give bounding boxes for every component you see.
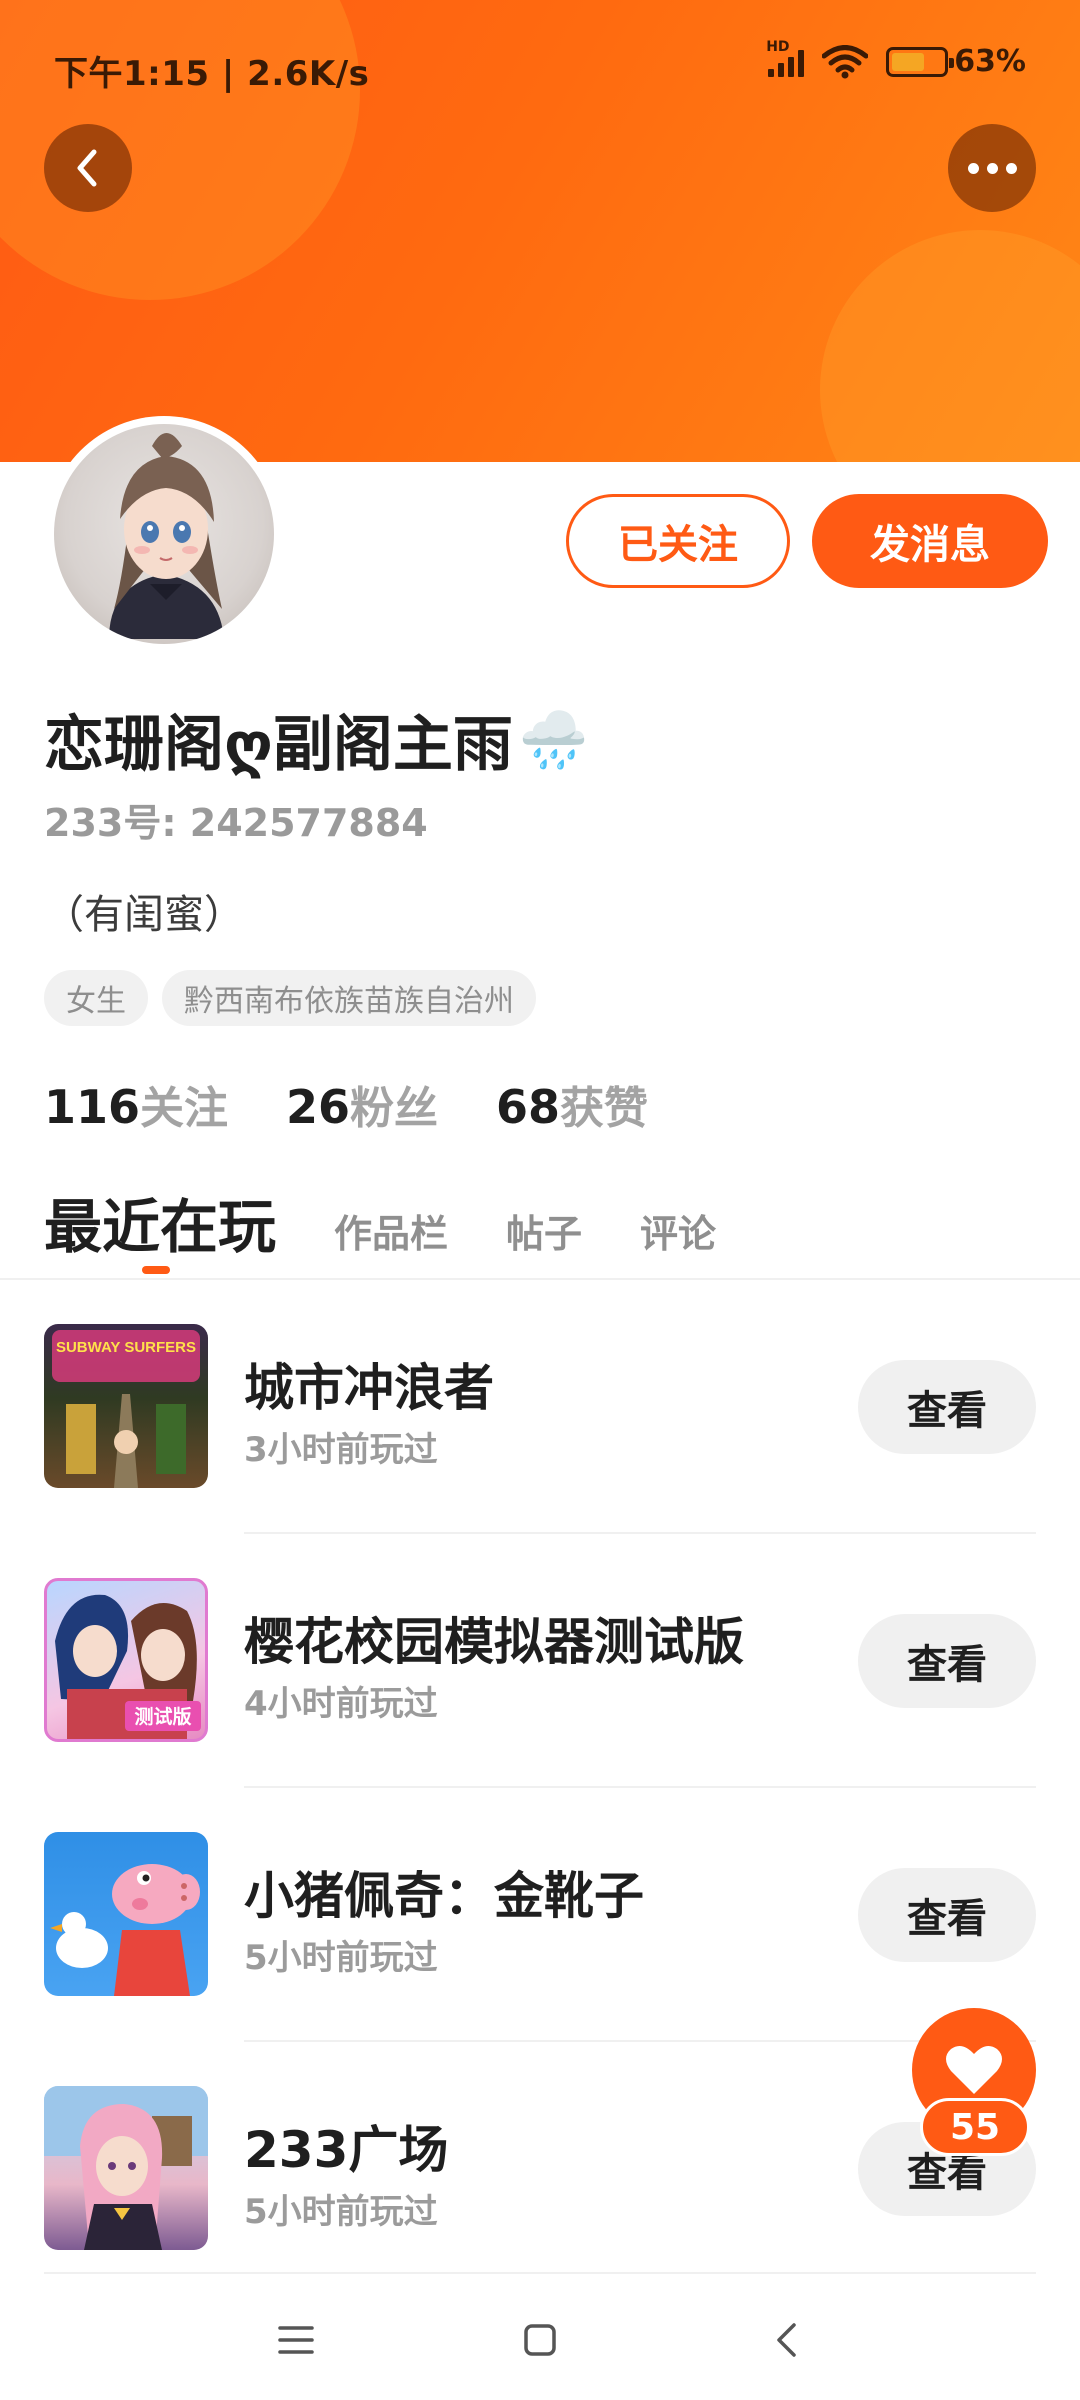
home-button[interactable]: [510, 2310, 570, 2370]
network-type-label: HD: [766, 38, 790, 55]
last-played: 5小时前玩过: [244, 2192, 438, 2232]
game-icon-title: SUBWAY SURFERS: [56, 1339, 196, 1356]
banner-decoration: [820, 230, 1080, 462]
last-played: 4小时前玩过: [244, 1684, 438, 1724]
game-icon: [44, 1832, 208, 1996]
game-title: 城市冲浪者: [244, 1359, 494, 1417]
rain-cloud-icon: 🌧️: [518, 707, 589, 773]
divider: [44, 2272, 1036, 2274]
stat-number: 116: [44, 1080, 141, 1134]
avatar-image: [54, 424, 274, 644]
view-button[interactable]: 查看: [858, 1614, 1036, 1708]
stat-label: 获赞: [560, 1083, 649, 1134]
bio: （有闺蜜）: [44, 892, 244, 938]
recent-games-list: SUBWAY SURFERS 城市冲浪者 3小时前玩过 查看 测试版 樱花校园模…: [0, 1280, 1080, 2296]
tab-recently-played[interactable]: 最近在玩: [44, 1180, 276, 1264]
battery-fill: [892, 52, 924, 71]
game-title: 小猪佩奇：金靴子: [244, 1867, 644, 1925]
list-item[interactable]: 测试版 樱花校园模拟器测试版 4小时前玩过 查看: [0, 1534, 1080, 1788]
followed-button[interactable]: 已关注: [566, 494, 790, 588]
game-icon: SUBWAY SURFERS: [44, 1324, 208, 1488]
stat-number: 68: [496, 1080, 561, 1134]
username-text: 恋珊阁ღ副阁主雨: [44, 710, 513, 780]
last-played: 3小时前玩过: [244, 1430, 438, 1470]
game-icon: 测试版: [44, 1578, 208, 1742]
user-id: 233号: 242577884: [44, 801, 428, 845]
game-icon: [44, 2086, 208, 2250]
send-message-button[interactable]: 发消息: [812, 494, 1048, 588]
stat-likes: 68 获赞: [496, 1072, 648, 1136]
gender-tag: 女生: [44, 970, 148, 1026]
profile-tabs: 最近在玩 作品栏 帖子 评论: [44, 1180, 716, 1264]
profile-tags: 女生 黔西南布依族苗族自治州: [44, 970, 536, 1026]
wifi-icon: [822, 44, 869, 78]
game-title: 233广场: [244, 2121, 449, 2179]
stat-followers[interactable]: 26 粉丝: [286, 1072, 438, 1136]
tab-works[interactable]: 作品栏: [334, 1203, 448, 1258]
heart-icon: [946, 2045, 1002, 2094]
more-horizontal-icon: [967, 162, 1017, 174]
username: 恋珊阁ღ副阁主雨 🌧️: [44, 696, 589, 783]
stat-following[interactable]: 116 关注: [44, 1072, 228, 1136]
menu-icon: [278, 2326, 314, 2354]
status-bar: 下午1:15 | 2.6K/s HD 63%: [0, 0, 1080, 130]
status-time: 下午1:15 | 2.6K/s: [54, 54, 370, 94]
home-square-icon: [524, 2324, 556, 2356]
view-button[interactable]: 查看: [858, 1360, 1036, 1454]
tab-posts[interactable]: 帖子: [506, 1203, 582, 1258]
battery-percent: 63%: [954, 44, 1026, 79]
list-item[interactable]: SUBWAY SURFERS 城市冲浪者 3小时前玩过 查看: [0, 1280, 1080, 1534]
chevron-left-icon: [77, 149, 97, 187]
status-icons: HD 63%: [766, 39, 1026, 80]
battery-icon: [886, 46, 955, 77]
back-button[interactable]: [44, 124, 132, 212]
profile-page: 下午1:15 | 2.6K/s HD 63% 已关注 发消息 恋珊阁ღ副阁主雨 …: [0, 0, 1080, 2400]
nav-back-button[interactable]: [756, 2310, 816, 2370]
list-item[interactable]: 小猪佩奇：金靴子 5小时前玩过 查看: [0, 1788, 1080, 2042]
view-button[interactable]: 查看: [858, 1868, 1036, 1962]
stat-number: 26: [286, 1080, 351, 1134]
location-tag: 黔西南布依族苗族自治州: [162, 970, 536, 1026]
menu-button[interactable]: [266, 2310, 326, 2370]
last-played: 5小时前玩过: [244, 1938, 438, 1978]
game-title: 樱花校园模拟器测试版: [244, 1613, 744, 1671]
back-triangle-icon: [777, 2323, 796, 2357]
avatar[interactable]: [46, 416, 282, 652]
stat-label: 粉丝: [350, 1083, 439, 1134]
more-button[interactable]: [948, 124, 1036, 212]
system-nav-bar: [0, 2276, 1080, 2400]
battery-indicator: 63%: [886, 44, 1026, 79]
profile-stats: 116 关注 26 粉丝 68 获赞: [44, 1072, 648, 1136]
game-icon-label: 测试版: [134, 1705, 191, 1728]
signal-icon: HD: [766, 39, 805, 77]
tab-comments[interactable]: 评论: [640, 1203, 716, 1258]
stat-label: 关注: [140, 1083, 229, 1134]
active-tab-indicator: [142, 1266, 170, 1274]
like-count-badge: 55: [920, 2098, 1030, 2156]
